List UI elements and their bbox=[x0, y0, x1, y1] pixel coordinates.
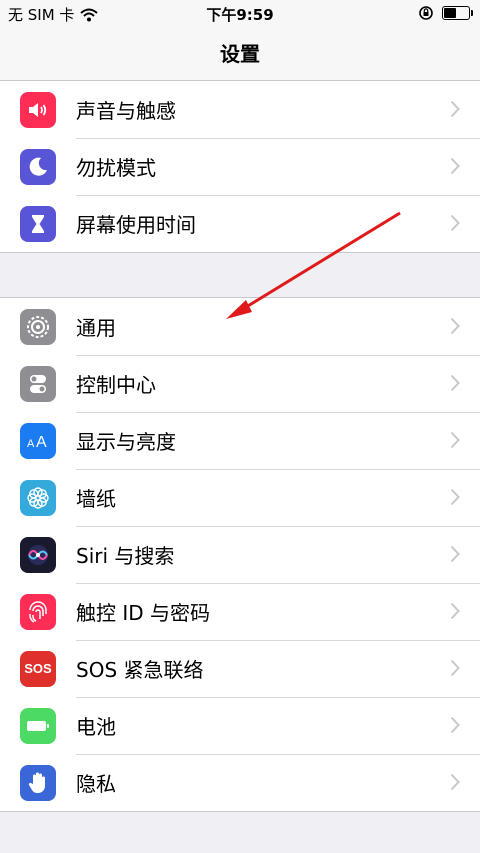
row-label: Siri 与搜索 bbox=[76, 544, 175, 568]
sos-badge-text: SOS bbox=[24, 661, 52, 676]
row-divider bbox=[76, 640, 480, 641]
gear-icon bbox=[20, 308, 56, 345]
hand-icon bbox=[20, 764, 56, 801]
row-divider bbox=[76, 754, 480, 755]
svg-text:A: A bbox=[27, 438, 35, 450]
status-bar: 无 SIM 卡 下午9:59 bbox=[0, 0, 480, 28]
row-label: 触控 ID 与密码 bbox=[76, 601, 211, 625]
settings-row-hand[interactable]: 隐私 bbox=[0, 754, 480, 811]
settings-row-battery[interactable]: 电池 bbox=[0, 697, 480, 754]
chevron-right-icon bbox=[450, 157, 460, 175]
row-label: 显示与亮度 bbox=[76, 430, 176, 454]
settings-row-toggles[interactable]: 控制中心 bbox=[0, 355, 480, 412]
settings-row-moon[interactable]: 勿扰模式 bbox=[0, 138, 480, 195]
speaker-icon bbox=[20, 91, 56, 128]
battery-icon bbox=[20, 707, 56, 744]
hourglass-icon bbox=[20, 205, 56, 242]
settings-row-text-size[interactable]: AA 显示与亮度 bbox=[0, 412, 480, 469]
row-label: 通用 bbox=[76, 316, 116, 340]
row-divider bbox=[76, 355, 480, 356]
battery-fill bbox=[444, 8, 457, 18]
settings-row-flower[interactable]: 墙纸 bbox=[0, 469, 480, 526]
row-label: 声音与触感 bbox=[76, 99, 176, 123]
chevron-right-icon bbox=[450, 545, 460, 563]
chevron-right-icon bbox=[450, 100, 460, 118]
chevron-right-icon bbox=[450, 431, 460, 449]
settings-group-2: 通用 控制中心 AA 显示与亮度 墙纸 Siri 与搜索 触控 ID 与密码 S… bbox=[0, 297, 480, 812]
row-divider bbox=[76, 526, 480, 527]
status-time: 下午9:59 bbox=[206, 6, 274, 24]
row-label: 墙纸 bbox=[76, 487, 116, 511]
row-divider bbox=[76, 195, 480, 196]
row-divider bbox=[76, 138, 480, 139]
row-divider bbox=[76, 469, 480, 470]
settings-row-speaker[interactable]: 声音与触感 bbox=[0, 81, 480, 138]
settings-row-fingerprint[interactable]: 触控 ID 与密码 bbox=[0, 583, 480, 640]
chevron-right-icon bbox=[450, 214, 460, 232]
settings-row-gear[interactable]: 通用 bbox=[0, 298, 480, 355]
row-label: 勿扰模式 bbox=[76, 156, 156, 180]
row-label: 控制中心 bbox=[76, 373, 156, 397]
row-label: 隐私 bbox=[76, 772, 116, 796]
row-label: 屏幕使用时间 bbox=[76, 213, 196, 237]
nav-bar: 设置 bbox=[0, 28, 480, 83]
chevron-right-icon bbox=[450, 488, 460, 506]
settings-row-hourglass[interactable]: 屏幕使用时间 bbox=[0, 195, 480, 252]
row-divider bbox=[76, 583, 480, 584]
settings-group-1: 声音与触感 勿扰模式 屏幕使用时间 bbox=[0, 80, 480, 253]
battery-indicator bbox=[442, 6, 473, 20]
row-label: 电池 bbox=[76, 715, 116, 739]
status-right bbox=[418, 5, 473, 21]
chevron-right-icon bbox=[450, 659, 460, 677]
row-divider bbox=[76, 697, 480, 698]
chevron-right-icon bbox=[450, 602, 460, 620]
text-size-icon: AA bbox=[20, 422, 56, 459]
chevron-right-icon bbox=[450, 317, 460, 335]
page-title: 设置 bbox=[220, 42, 260, 66]
toggles-icon bbox=[20, 365, 56, 402]
sos-icon: SOS bbox=[20, 650, 56, 687]
siri-icon bbox=[20, 536, 56, 573]
chevron-right-icon bbox=[450, 716, 460, 734]
chevron-right-icon bbox=[450, 374, 460, 392]
settings-row-siri[interactable]: Siri 与搜索 bbox=[0, 526, 480, 583]
svg-text:A: A bbox=[36, 434, 47, 451]
rotation-lock-icon bbox=[419, 6, 433, 20]
row-divider bbox=[76, 412, 480, 413]
row-label: SOS 紧急联络 bbox=[76, 658, 204, 682]
flower-icon bbox=[20, 479, 56, 516]
settings-row-sos[interactable]: SOS SOS 紧急联络 bbox=[0, 640, 480, 697]
fingerprint-icon bbox=[20, 593, 56, 630]
moon-icon bbox=[20, 148, 56, 185]
chevron-right-icon bbox=[450, 773, 460, 791]
